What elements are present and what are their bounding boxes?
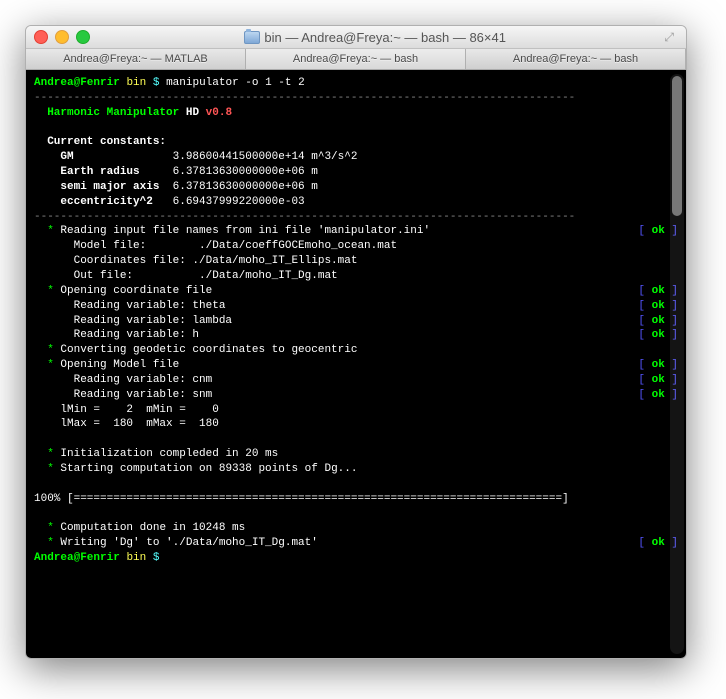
folder-icon [244,31,260,44]
tab-bar: Andrea@Freya:~ — MATLAB Andrea@Freya:~ —… [26,49,686,70]
close-icon[interactable] [34,30,48,44]
step-row: * Opening Model file[ ok ] [34,358,678,373]
tab-matlab[interactable]: Andrea@Freya:~ — MATLAB [26,49,246,69]
writing-row: * Writing 'Dg' to './Data/moho_IT_Dg.mat… [34,536,678,551]
tab-bash-1[interactable]: Andrea@Freya:~ — bash [246,49,466,69]
step-row: Coordinates file: ./Data/moho_IT_Ellips.… [34,254,678,269]
step-row: * Converting geodetic coordinates to geo… [34,343,678,358]
step-row: * Reading input file names from ini file… [34,224,678,239]
minimize-icon[interactable] [55,30,69,44]
terminal-body[interactable]: Andrea@Fenrir bin $ manipulator -o 1 -t … [26,70,686,658]
step-row: Model file: ./Data/coeffGOCEmoho_ocean.m… [34,239,678,254]
terminal-window: bin — Andrea@Freya:~ — bash — 86×41 ⤢ An… [25,25,687,659]
tab-bash-2[interactable]: Andrea@Freya:~ — bash [466,49,686,69]
step-row: Reading variable: lambda[ ok ] [34,314,678,329]
step-row: * Opening coordinate file[ ok ] [34,284,678,299]
step-row: Reading variable: theta[ ok ] [34,299,678,314]
final-prompt: Andrea@Fenrir bin $ [34,551,678,566]
titlebar[interactable]: bin — Andrea@Freya:~ — bash — 86×41 ⤢ [26,26,686,49]
step-row: Out file: ./Data/moho_IT_Dg.mat [34,269,678,284]
steps-block: * Reading input file names from ini file… [34,224,678,402]
scrollbar-thumb[interactable] [672,76,682,216]
scrollbar[interactable] [670,74,684,654]
ranges-block: lMin = 2 mMin = 0 lMax = 180 mMax = 180 … [34,403,678,537]
step-row: Reading variable: snm[ ok ] [34,388,678,403]
terminal-content: Andrea@Fenrir bin $ manipulator -o 1 -t … [34,76,678,224]
traffic-lights [34,30,90,44]
expand-icon[interactable]: ⤢ [660,30,678,45]
zoom-icon[interactable] [76,30,90,44]
step-row: Reading variable: cnm[ ok ] [34,373,678,388]
window-title: bin — Andrea@Freya:~ — bash — 86×41 [90,30,660,45]
window-title-text: bin — Andrea@Freya:~ — bash — 86×41 [264,30,506,45]
step-row: Reading variable: h[ ok ] [34,328,678,343]
